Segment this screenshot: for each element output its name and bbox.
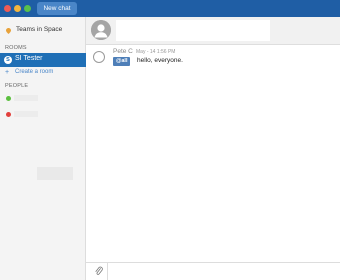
conversation-pane: Pete C May - 14 1:56 PM @all hello, ever… [86, 17, 340, 280]
rooms-section-label: ROOMS [5, 45, 27, 51]
online-status-icon [6, 96, 11, 101]
plus-icon: + [5, 69, 10, 76]
message-input[interactable] [110, 265, 336, 278]
create-room-label: Create a room [15, 69, 54, 75]
busy-status-icon [6, 112, 11, 117]
close-window-button[interactable] [4, 5, 11, 12]
person-name-redacted [14, 95, 38, 101]
people-section-label: PEOPLE [5, 83, 29, 89]
location-pin-icon [6, 28, 11, 34]
create-room-link[interactable]: + Create a room [0, 68, 86, 79]
room-name: SI Tester [15, 55, 43, 62]
sidebar: Teams in Space ROOMS S SI Tester + Creat… [0, 17, 86, 280]
attachment-icon[interactable] [94, 266, 104, 277]
sidebar-item-room-active[interactable]: S SI Tester [0, 53, 86, 67]
message-text: hello, everyone. [137, 57, 183, 64]
room-avatar-icon: S [4, 56, 12, 64]
message-author: Pete C [113, 48, 133, 55]
sidebar-placeholder-block [37, 167, 73, 180]
message-item: Pete C May - 14 1:56 PM @all hello, ever… [86, 45, 340, 71]
conversation-title-area [116, 20, 270, 41]
conversation-header [86, 17, 340, 45]
maximize-window-button[interactable] [24, 5, 31, 12]
message-composer [86, 262, 340, 280]
sidebar-person-item[interactable] [0, 109, 40, 119]
mention-tag: @all [113, 57, 131, 66]
sidebar-person-item[interactable] [0, 93, 40, 103]
composer-divider [107, 263, 108, 280]
message-avatar-icon [93, 51, 105, 63]
user-avatar-icon[interactable] [91, 20, 111, 40]
new-chat-button[interactable]: New chat [37, 2, 77, 15]
minimize-window-button[interactable] [14, 5, 21, 12]
team-name: Teams in Space [16, 26, 63, 33]
team-selector[interactable]: Teams in Space [0, 22, 86, 40]
title-bar: New chat [0, 0, 340, 17]
chat-app-window: New chat Teams in Space ROOMS S SI Teste… [0, 0, 340, 280]
person-name-redacted [14, 111, 38, 117]
message-timestamp: May - 14 1:56 PM [136, 49, 176, 55]
